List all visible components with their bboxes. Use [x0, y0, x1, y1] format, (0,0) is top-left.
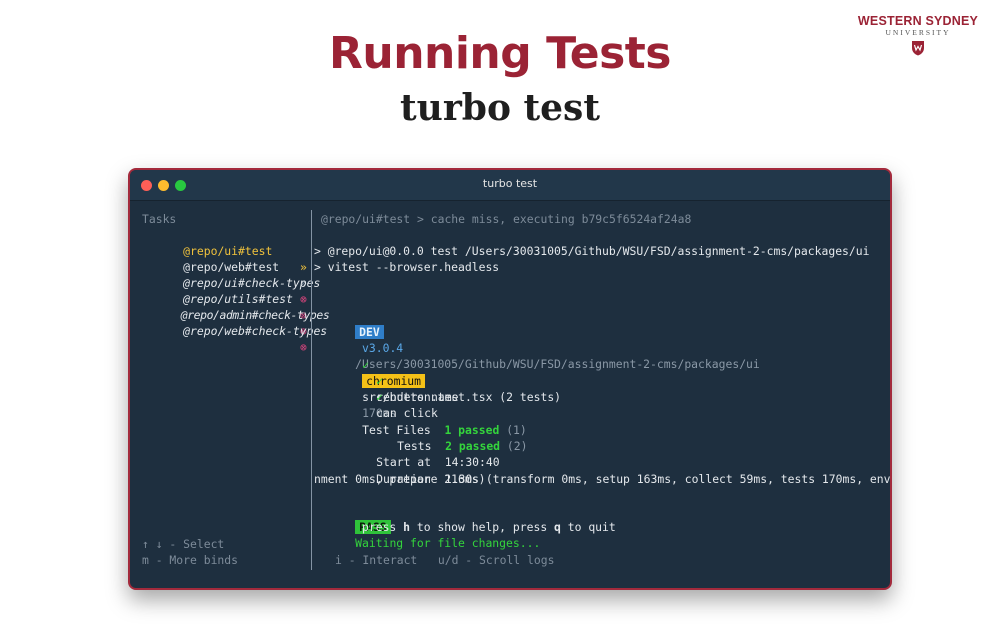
- terminal-window: turbo test Tasks @repo/ui#test » @repo/w…: [128, 168, 892, 590]
- logo-line-1: WESTERN SYDNEY: [857, 14, 979, 28]
- more-binds-hint: m - More binds: [142, 553, 239, 567]
- help-text: to show help, press: [410, 520, 555, 534]
- help-text: to quit: [560, 520, 616, 534]
- command-line: > vitest --browser.headless: [314, 260, 500, 274]
- logo-line-2: UNIVERSITY: [885, 28, 951, 37]
- slide-subtitle: turbo test: [400, 87, 600, 129]
- command-line: > @repo/ui@0.0.0 test /Users/30031005/Gi…: [314, 244, 870, 258]
- university-logo: WESTERN SYDNEY UNIVERSITY: [852, 14, 984, 60]
- window-title: turbo test: [482, 177, 538, 190]
- quit-key: q: [554, 520, 561, 534]
- help-line: press h to show help, press q to quit: [362, 519, 616, 535]
- dev-badge: DEV: [355, 325, 384, 339]
- pending-icon: ⊗: [300, 340, 307, 354]
- cache-status-line: @repo/ui#test > cache miss, executing b7…: [321, 212, 692, 226]
- pane-divider[interactable]: [311, 210, 312, 570]
- summary-duration-wrap: nment 0ms, prepare 216ms): [314, 472, 486, 486]
- task-name: @repo/web#check-types: [183, 324, 328, 338]
- summary-value: 1.30s (transform 0ms, setup 163ms, colle…: [444, 472, 892, 486]
- slide-title: Running Tests: [329, 28, 672, 79]
- window-titlebar: turbo test: [130, 170, 890, 201]
- tasks-heading: Tasks: [142, 212, 177, 226]
- help-text: press: [362, 520, 404, 534]
- select-hint: ↑ ↓ - Select: [142, 537, 225, 551]
- check-icon: ✓: [376, 390, 384, 404]
- waiting-text: Waiting for file changes...: [355, 536, 541, 550]
- task-item[interactable]: @repo/web#check-types ⊗: [142, 307, 327, 371]
- keybind-hints: i - Interact u/d - Scroll logs: [335, 553, 555, 567]
- summary-count: (2): [506, 439, 528, 453]
- help-key: h: [403, 520, 411, 534]
- shield-icon: [911, 40, 925, 60]
